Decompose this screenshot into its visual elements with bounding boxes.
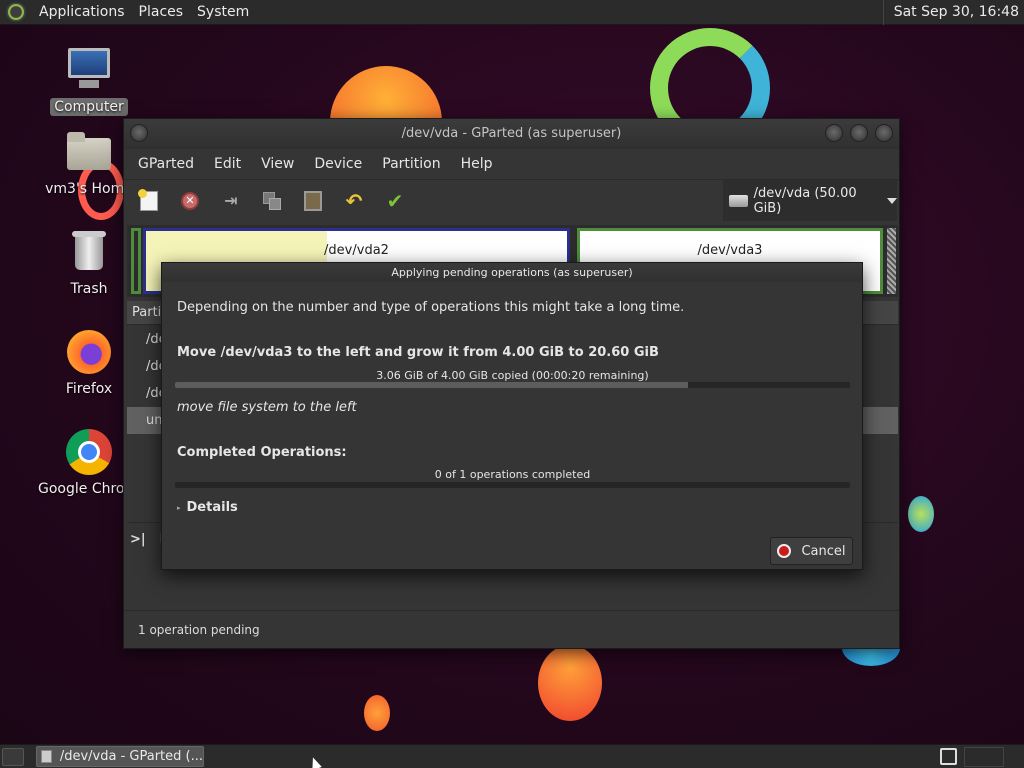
desktop-icon-label: Computer <box>50 98 128 116</box>
menubar: GParted Edit View Device Partition Help <box>124 149 899 179</box>
resize-move-button[interactable]: ⇥ <box>216 186 246 216</box>
expander-arrow-icon: ▸ <box>177 503 181 512</box>
cancel-label: Cancel <box>801 543 846 559</box>
chevron-down-icon <box>887 197 897 204</box>
toolbar: ✕ ⇥ ↶ ✔ /dev/vda (50.00 GiB) <box>124 179 899 221</box>
taskbar-item-gparted[interactable]: /dev/vda - GParted (... <box>36 746 204 767</box>
delete-icon: ✕ <box>181 191 199 210</box>
current-operation-label: Move /dev/vda3 to the left and grow it f… <box>177 345 659 360</box>
top-panel: Applications Places System Sat Sep 30, 1… <box>0 0 1024 25</box>
desktop-icon-label: Firefox <box>65 381 113 397</box>
disk-icon <box>729 194 748 207</box>
notes-icon[interactable] <box>940 748 957 765</box>
bottom-panel: /dev/vda - GParted (... <box>0 744 1024 768</box>
new-partition-button[interactable] <box>134 186 164 216</box>
partition-block-unallocated[interactable] <box>887 228 896 294</box>
dialog-intro-text: Depending on the number and type of oper… <box>177 300 685 315</box>
operation-progress-text: 3.06 GiB of 4.00 GiB copied (00:00:20 re… <box>376 369 649 382</box>
progress-fill <box>175 382 688 388</box>
delete-partition-button[interactable]: ✕ <box>175 186 205 216</box>
menu-places[interactable]: Places <box>132 4 191 20</box>
firefox-icon <box>65 328 113 376</box>
undo-icon: ↶ <box>345 188 363 213</box>
completed-progress-bar <box>175 482 850 488</box>
maximize-button[interactable] <box>850 124 868 142</box>
details-label: Details <box>186 500 238 515</box>
close-button[interactable] <box>875 124 893 142</box>
desktop-icon-label: Trash <box>70 281 108 297</box>
copy-button[interactable] <box>257 186 287 216</box>
home-folder-icon <box>65 128 113 176</box>
menu-edit[interactable]: Edit <box>204 156 251 172</box>
menu-system[interactable]: System <box>190 4 256 20</box>
window-menu-button[interactable] <box>130 124 148 142</box>
menu-device[interactable]: Device <box>304 156 372 172</box>
computer-icon <box>65 46 113 94</box>
resize-move-icon: >| <box>130 531 146 547</box>
device-selector-label: /dev/vda (50.00 GiB) <box>753 185 857 216</box>
completed-operations-label: Completed Operations: <box>177 445 347 460</box>
desktop-icon-computer[interactable]: Computer <box>34 46 144 116</box>
apply-icon: ✔ <box>386 188 404 213</box>
cancel-button[interactable]: Cancel <box>770 537 853 565</box>
copy-icon <box>263 191 281 210</box>
clock[interactable]: Sat Sep 30, 16:48 <box>882 0 1024 25</box>
apply-operations-dialog: Applying pending operations (as superuse… <box>161 262 863 570</box>
wallpaper-orange-bottom <box>538 645 602 721</box>
details-expander[interactable]: ▸ Details <box>177 500 238 515</box>
menu-help[interactable]: Help <box>451 156 503 172</box>
device-selector[interactable]: /dev/vda (50.00 GiB) <box>723 180 897 221</box>
paste-icon <box>304 190 322 211</box>
main-menu-logo-icon[interactable] <box>6 2 26 22</box>
window-titlebar[interactable]: /dev/vda - GParted (as superuser) <box>124 119 899 149</box>
operation-progress-bar <box>175 382 850 388</box>
window-icon <box>41 750 52 763</box>
status-bar: 1 operation pending <box>124 610 899 648</box>
taskbar-item-label: /dev/vda - GParted (... <box>59 749 203 764</box>
apply-button[interactable]: ✔ <box>380 186 410 216</box>
menu-view[interactable]: View <box>251 156 304 172</box>
window-title: /dev/vda - GParted (as superuser) <box>401 126 622 141</box>
undo-button[interactable]: ↶ <box>339 186 369 216</box>
partition-label: /dev/vda3 <box>697 243 763 258</box>
cancel-icon <box>777 544 792 558</box>
menu-applications[interactable]: Applications <box>32 4 132 20</box>
minimize-button[interactable] <box>825 124 843 142</box>
chrome-icon <box>65 428 113 476</box>
wallpaper-small-orange <box>364 695 390 731</box>
partition-block-vda1[interactable] <box>131 228 141 294</box>
new-icon <box>138 188 158 211</box>
partition-label: /dev/vda2 <box>324 243 389 258</box>
wallpaper-blue-drop <box>908 496 934 532</box>
resize-move-icon: ⇥ <box>224 191 238 210</box>
menu-partition[interactable]: Partition <box>372 156 450 172</box>
menu-gparted[interactable]: GParted <box>128 156 204 172</box>
paste-button[interactable] <box>298 186 328 216</box>
workspace-switcher[interactable] <box>964 747 1004 767</box>
completed-progress-text: 0 of 1 operations completed <box>434 468 591 481</box>
trash-icon <box>65 228 113 276</box>
suboperation-label: move file system to the left <box>177 400 357 415</box>
show-desktop-button[interactable] <box>2 747 24 766</box>
dialog-title: Applying pending operations (as superuse… <box>162 263 862 282</box>
